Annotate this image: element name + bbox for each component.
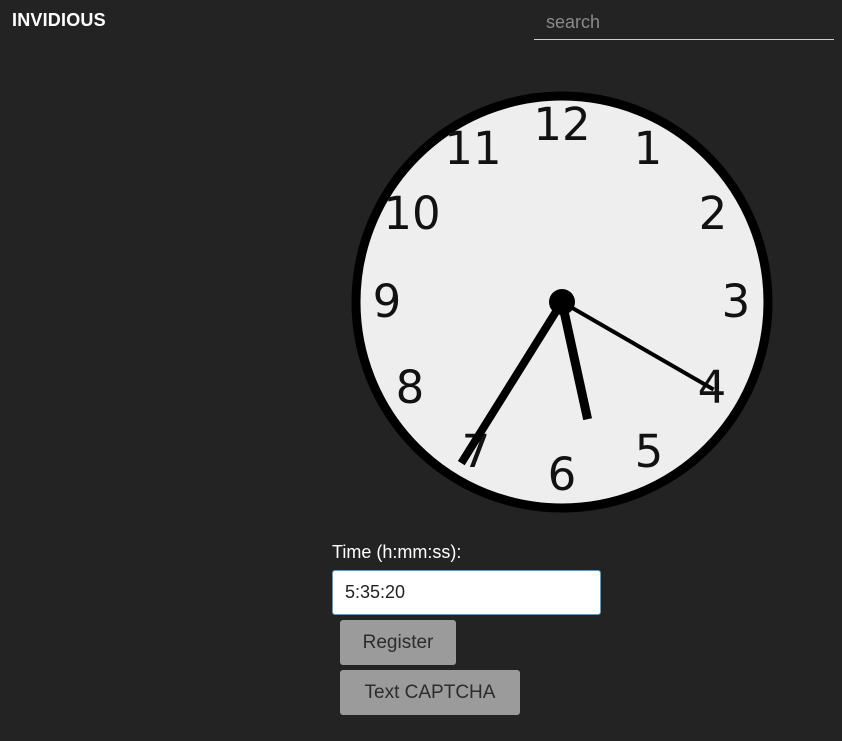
- clock-numeral-11: 11: [444, 122, 501, 175]
- text-captcha-button[interactable]: Text CAPTCHA: [340, 670, 520, 715]
- app-logo[interactable]: INVIDIOUS: [12, 10, 106, 31]
- time-input[interactable]: [332, 570, 601, 615]
- clock-numeral-8: 8: [396, 361, 425, 414]
- clock-numeral-10: 10: [383, 187, 440, 240]
- search-input[interactable]: [534, 6, 834, 40]
- clock-numeral-6: 6: [548, 448, 577, 501]
- clock-numeral-1: 1: [634, 122, 663, 175]
- clock-numeral-9: 9: [373, 275, 402, 328]
- clock-numeral-5: 5: [635, 425, 664, 478]
- time-label: Time (h:mm:ss):: [332, 542, 462, 562]
- clock-numeral-12: 12: [533, 98, 590, 151]
- register-button[interactable]: Register: [340, 620, 456, 665]
- clock-numeral-3: 3: [722, 275, 751, 328]
- clock-numeral-2: 2: [699, 187, 728, 240]
- captcha-clock: 12 1 2 3 4 5 6 7 8 9 10 11: [351, 91, 773, 513]
- clock-center-pin: [549, 289, 575, 315]
